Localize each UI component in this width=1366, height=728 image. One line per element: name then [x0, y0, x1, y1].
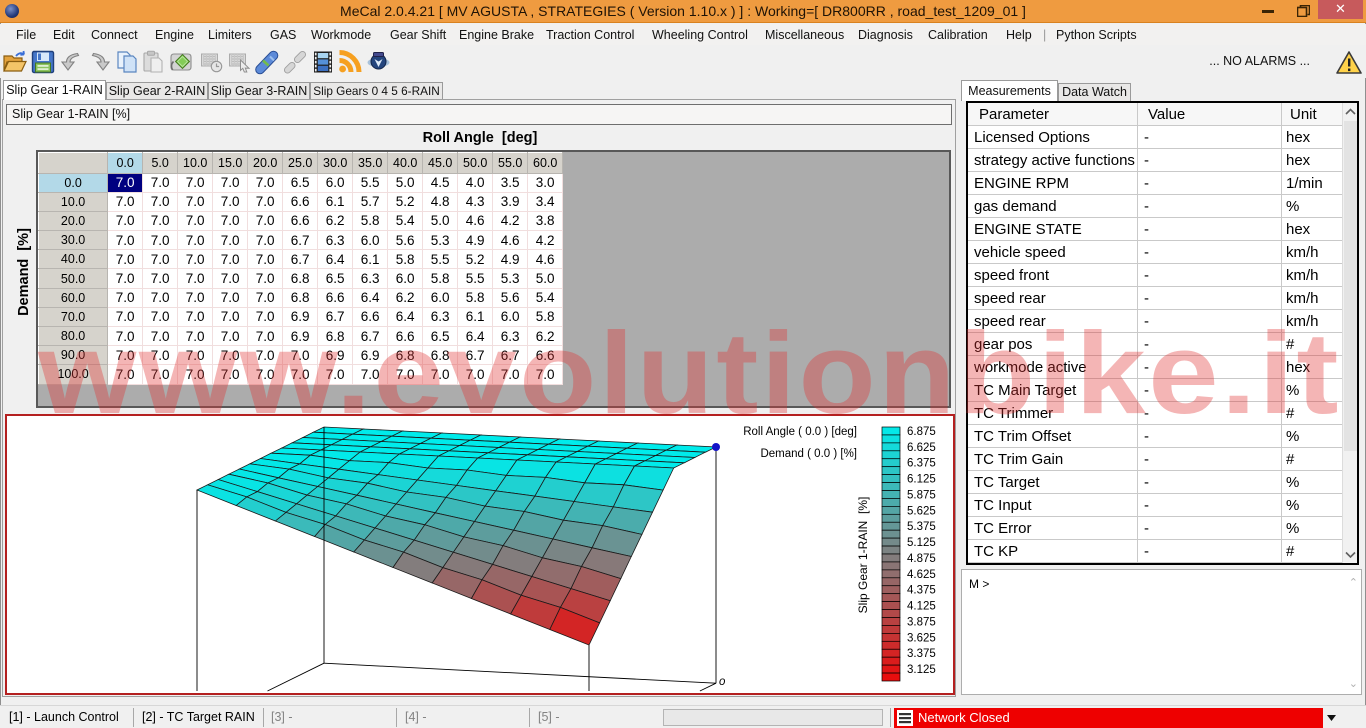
svg-text:5.625: 5.625	[907, 505, 936, 517]
svg-text:3.875: 3.875	[907, 617, 936, 629]
svg-text:6.375: 6.375	[907, 458, 936, 470]
svg-text:4.375: 4.375	[907, 585, 936, 597]
svg-text:5.125: 5.125	[907, 537, 936, 549]
svg-text:6.125: 6.125	[907, 474, 936, 486]
svg-text:3.125: 3.125	[907, 664, 936, 676]
svg-text:4.625: 4.625	[907, 569, 936, 581]
svg-text:4.125: 4.125	[907, 601, 936, 613]
svg-text:5.875: 5.875	[907, 490, 936, 502]
svg-text:6.625: 6.625	[907, 442, 936, 454]
svg-text:3.625: 3.625	[907, 632, 936, 644]
svg-text:5.375: 5.375	[907, 521, 936, 533]
svg-text:4.875: 4.875	[907, 553, 936, 565]
svg-text:3.375: 3.375	[907, 648, 936, 660]
